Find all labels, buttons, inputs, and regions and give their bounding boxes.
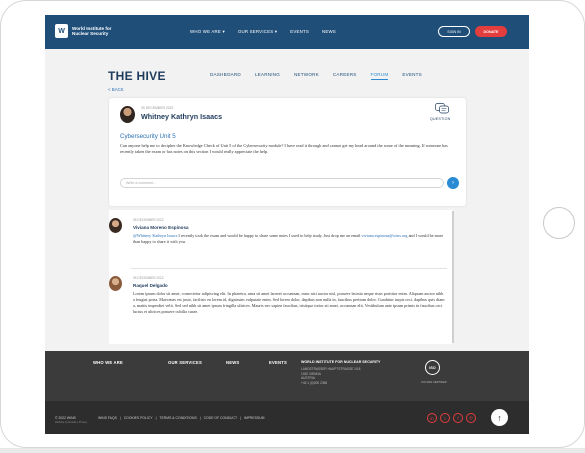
avatar xyxy=(120,106,135,123)
nav-news[interactable]: NEWS xyxy=(322,29,336,35)
avatar xyxy=(109,218,122,233)
link-code-of-conduct[interactable]: CODE OF CONDUCT xyxy=(204,416,237,420)
iso-caption: ISO 9001 CERTIFIED xyxy=(421,381,447,384)
divider xyxy=(131,268,447,269)
separator: | xyxy=(119,416,121,420)
answer-author[interactable]: Viviana Moreno Espinosa xyxy=(133,225,189,230)
footer-link-news[interactable]: NEWS xyxy=(226,360,239,365)
footer-bottom: © 2022 WINS Website by Reside | Privacy … xyxy=(45,401,529,434)
separator: | xyxy=(155,416,157,420)
email-link[interactable]: viviana.espinosa@wins.org xyxy=(361,233,407,238)
comment-input[interactable]: Write a comment... xyxy=(120,178,444,188)
logo-text: World Institute for Nuclear Security xyxy=(72,26,111,36)
question-date: 05 DECEMBER 2022 xyxy=(141,106,174,110)
answers-list: 05 DECEMBER 2022 Viviana Moreno Espinosa… xyxy=(109,210,453,344)
wins-logo-icon: W xyxy=(55,24,68,38)
footer-link-events[interactable]: EVENTS xyxy=(269,360,287,365)
answer-body: Lorem ipsum dolor sit amet, consectetur … xyxy=(133,291,445,314)
instagram-icon[interactable]: ◎ xyxy=(466,413,476,423)
footer-link-who-we-are[interactable]: WHO WE ARE xyxy=(93,360,123,365)
footer-top: WHO WE ARE OUR SERVICES NEWS EVENTS WORL… xyxy=(45,351,529,401)
avatar xyxy=(109,276,122,291)
question-card: 05 DECEMBER 2022 Whitney Kathryn Isaacs … xyxy=(109,98,466,206)
link-terms[interactable]: TERMS & CONDITIONS xyxy=(159,416,196,420)
app-screen: W World Institute for Nuclear Security W… xyxy=(45,15,529,434)
copyright-sub: Website by Reside | Privacy xyxy=(55,421,88,424)
link-cookies[interactable]: COOKIES POLICY xyxy=(124,416,153,420)
tab-network[interactable]: NETWORK xyxy=(294,72,319,77)
twitter-icon[interactable]: t xyxy=(440,413,450,423)
facebook-icon[interactable]: f xyxy=(453,413,463,423)
arrow-right-icon: › xyxy=(452,180,454,186)
question-author[interactable]: Whitney Kathryn Isaacs xyxy=(141,112,222,121)
answer-date: 05 DECEMBER 2022 xyxy=(133,218,164,222)
tab-careers[interactable]: CAREERS xyxy=(333,72,357,77)
page-title: THE HIVE xyxy=(108,69,166,83)
tab-forum[interactable]: FORUM xyxy=(370,72,389,80)
logo-line-2: Nuclear Security xyxy=(72,31,109,36)
donate-button[interactable]: DONATE xyxy=(475,26,507,37)
address-line: +43 1 (0)000 2365 xyxy=(301,380,328,385)
tab-learning[interactable]: LEARNING xyxy=(255,72,280,77)
tab-events[interactable]: EVENTS xyxy=(402,72,422,77)
address-line: LANDSTRASSER HAUPTSTRASSE 1/18 xyxy=(301,367,361,371)
nav-events[interactable]: EVENTS xyxy=(290,29,309,35)
legal-links: WINS FAQS | COOKIES POLICY | TERMS & CON… xyxy=(98,416,264,420)
tablet-home-button[interactable] xyxy=(543,207,575,239)
answers-scrollbar[interactable] xyxy=(452,211,454,343)
question-type-label: QUESTION xyxy=(430,117,451,121)
footer-address: LANDSTRASSER HAUPTSTRASSE 1/18 1030 VIEN… xyxy=(301,367,360,385)
back-link[interactable]: < BACK xyxy=(108,87,124,92)
send-comment-button[interactable]: › xyxy=(447,177,459,189)
hive-subnav: DASHBOARD LEARNING NETWORK CAREERS FORUM… xyxy=(210,72,422,80)
user-mention[interactable]: @Whitney Kathryn Isaacs xyxy=(133,233,177,238)
answer-author[interactable]: Raquel Delgado xyxy=(133,283,168,288)
scroll-to-top-button[interactable]: ↑ xyxy=(491,409,508,426)
answer-date: 05 DECEMBER 2022 xyxy=(133,276,164,280)
main-nav-links: WHO WE ARE ▾ OUR SERVICES ▾ EVENTS NEWS xyxy=(190,29,336,35)
nav-our-services[interactable]: OUR SERVICES ▾ xyxy=(238,29,277,35)
answer-body: @Whitney Kathryn Isaacs I recently took … xyxy=(133,233,446,245)
linkedin-icon[interactable]: in xyxy=(427,413,437,423)
link-impressum[interactable]: IMPRESSUM xyxy=(244,416,265,420)
question-title: Cybersecurity Unit 5 xyxy=(120,133,176,140)
answer-text-part: I recently took the exam and would be ha… xyxy=(177,233,362,238)
separator: | xyxy=(199,416,201,420)
wins-logo[interactable]: W World Institute for Nuclear Security xyxy=(55,24,111,38)
social-links: in t f ◎ xyxy=(427,413,476,423)
tablet-bottom-edge xyxy=(0,448,585,453)
separator: | xyxy=(240,416,241,420)
top-navigation: W World Institute for Nuclear Security W… xyxy=(45,15,529,49)
footer-link-our-services[interactable]: OUR SERVICES xyxy=(168,360,202,365)
sign-in-button[interactable]: SIGN IN xyxy=(438,26,470,37)
copyright: © 2022 WINS xyxy=(55,416,76,420)
link-faqs[interactable]: WINS FAQS xyxy=(98,416,117,420)
arrow-up-icon: ↑ xyxy=(497,412,502,423)
question-bubble-icon xyxy=(435,103,449,114)
iso-certification-icon: ISO xyxy=(425,360,440,375)
question-body: Can anyone help me to decipher the Knowl… xyxy=(120,143,448,154)
tab-dashboard[interactable]: DASHBOARD xyxy=(210,72,241,77)
footer-org-name: WORLD INSTITUTE FOR NUCLEAR SECURITY xyxy=(301,360,381,364)
nav-who-we-are[interactable]: WHO WE ARE ▾ xyxy=(190,29,225,35)
